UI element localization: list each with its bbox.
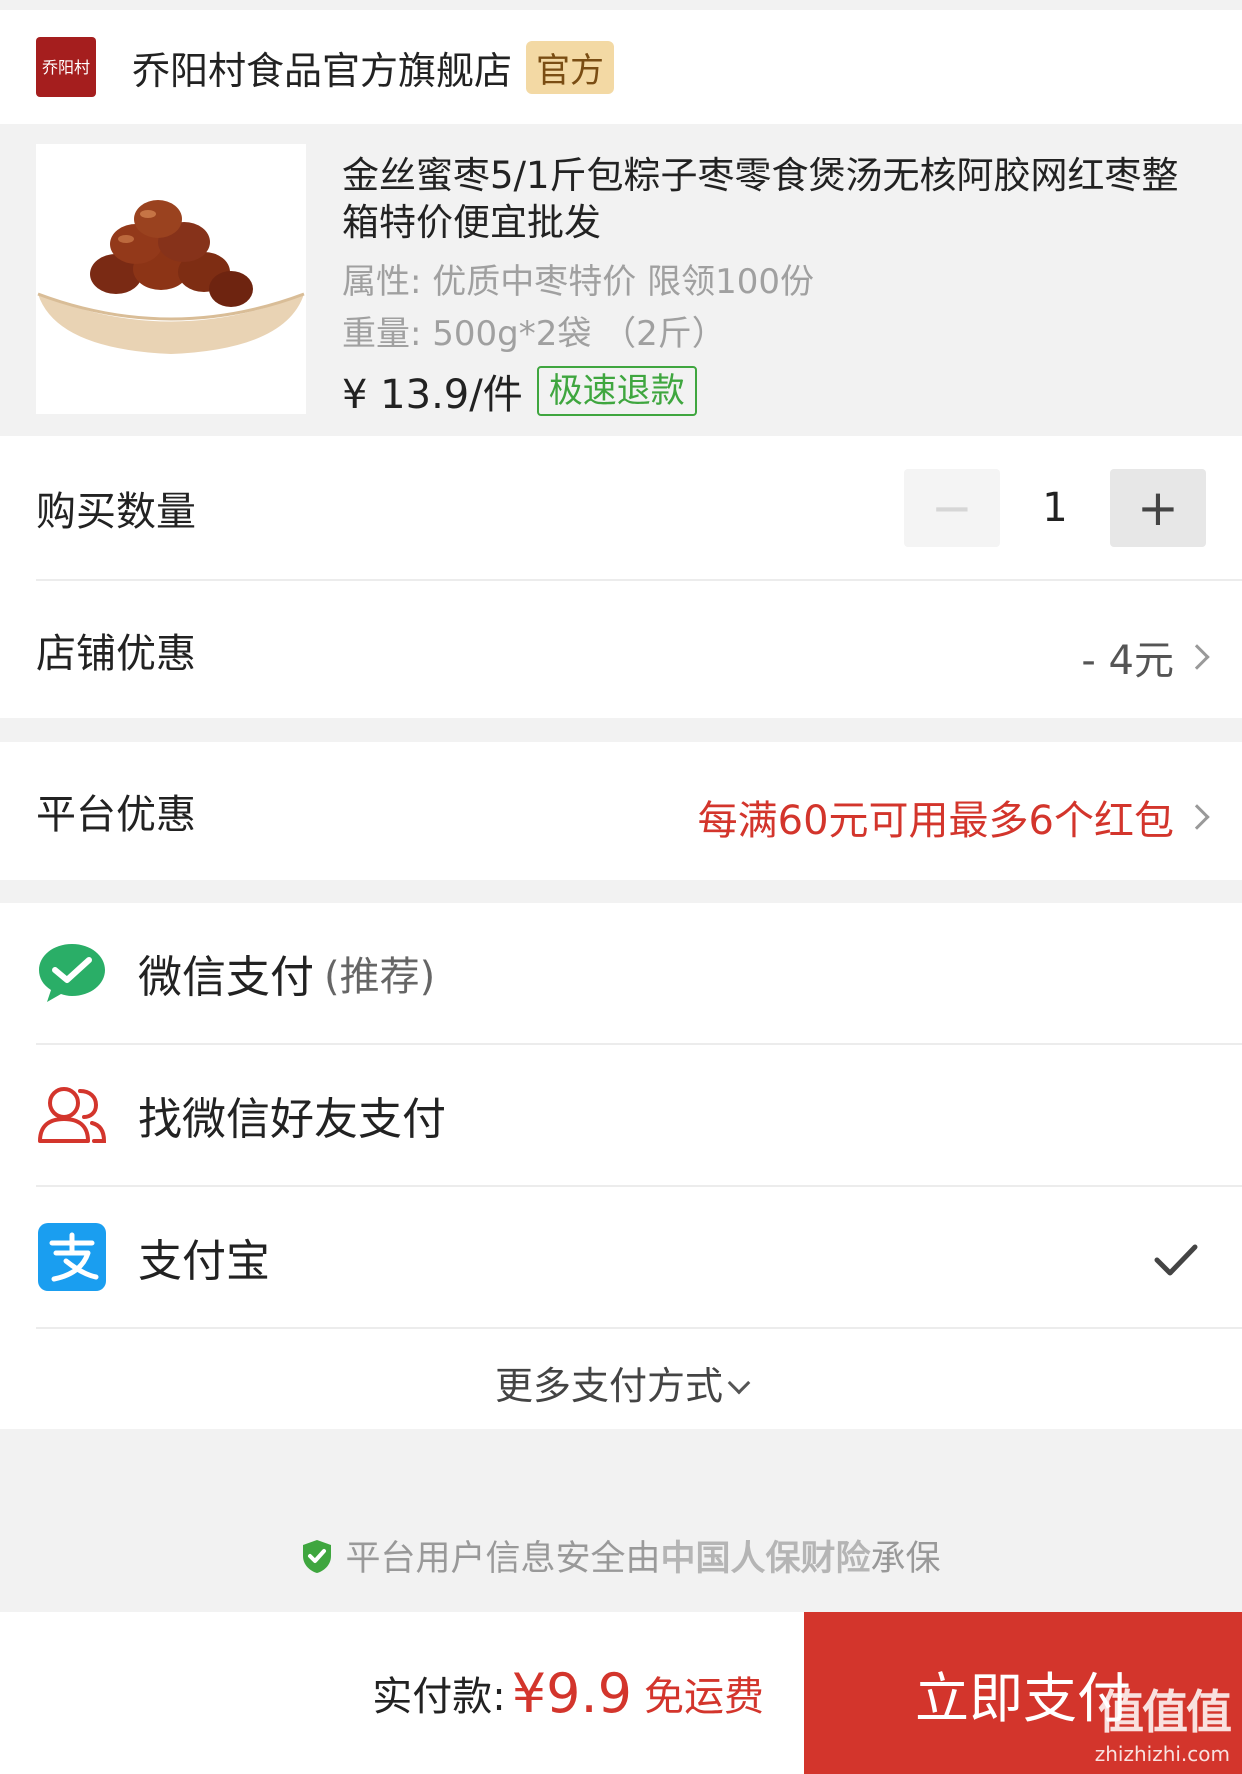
- platform-discount-label: 平台优惠: [36, 792, 196, 838]
- platform-discount-section[interactable]: 平台优惠 每满60元可用最多6个红包: [0, 742, 1242, 880]
- quantity-label: 购买数量: [36, 489, 196, 535]
- store-discount-row[interactable]: 店铺优惠: [36, 581, 1242, 718]
- wechat-pay-label: 微信支付: [138, 952, 314, 1003]
- quantity-stepper: − 1 +: [904, 469, 1206, 547]
- friends-icon: [36, 1079, 108, 1151]
- product-price: ¥ 13.9/件: [342, 372, 523, 418]
- store-name[interactable]: 乔阳村食品官方旗舰店: [132, 40, 512, 95]
- store-logo: 乔阳村: [36, 37, 96, 97]
- security-prefix: 平台用户信息安全由: [345, 1539, 661, 1579]
- order-options: 购买数量 − 1 + 店铺优惠 - 4元: [0, 436, 1242, 718]
- free-shipping-label: 免运费: [644, 1674, 764, 1720]
- wechat-pay-recommended: (推荐): [324, 954, 436, 1000]
- decrease-button[interactable]: −: [904, 469, 1000, 547]
- watermark-logo: 值值值: [1098, 1685, 1232, 1739]
- store-discount-value-wrap[interactable]: - 4元: [1081, 628, 1210, 686]
- payment-option-alipay[interactable]: 支付宝: [36, 1187, 1242, 1327]
- product-attribute: 属性: 优质中枣特价 限领100份: [342, 262, 814, 302]
- divider: [36, 1327, 1242, 1329]
- pay-now-button[interactable]: 立即支付 值值值 zhizhizhi.com: [804, 1612, 1242, 1774]
- security-notice: 平台用户信息安全由 中国人保财险 承保: [0, 1530, 1242, 1581]
- alipay-label: 支付宝: [138, 1236, 270, 1287]
- total-label: 实付款:: [372, 1674, 506, 1720]
- watermark: 值值值 zhizhizhi.com: [1094, 1676, 1232, 1766]
- payment-option-wechat[interactable]: 微信支付 (推荐): [36, 903, 1242, 1043]
- wechat-pay-icon: [36, 937, 108, 1009]
- store-header[interactable]: 乔阳村 乔阳村食品官方旗舰店 官方: [0, 10, 1242, 124]
- store-discount-label: 店铺优惠: [36, 630, 196, 677]
- shield-check-icon: [301, 1538, 333, 1574]
- payment-total: 实付款: ¥9.9 免运费: [0, 1612, 804, 1774]
- friend-pay-label: 找微信好友支付: [138, 1094, 446, 1145]
- watermark-url: zhizhizhi.com: [1094, 1742, 1230, 1766]
- platform-discount-value-wrap[interactable]: 每满60元可用最多6个红包: [697, 788, 1210, 846]
- product-image: [36, 144, 306, 414]
- chevron-right-icon: [1184, 804, 1210, 830]
- checkmark-icon: [1154, 1243, 1198, 1281]
- platform-discount-value: 每满60元可用最多6个红包: [697, 798, 1174, 844]
- chevron-right-icon: [1184, 644, 1210, 670]
- payment-option-friend[interactable]: 找微信好友支付: [36, 1045, 1242, 1185]
- payment-methods: 微信支付 (推荐) 找微信好友支付 支付宝 更多支付方式: [0, 903, 1242, 1429]
- refund-badge: 极速退款: [536, 366, 697, 416]
- store-discount-value: - 4元: [1081, 638, 1174, 684]
- official-badge: 官方: [526, 40, 615, 94]
- checkout-footer: 实付款: ¥9.9 免运费 立即支付 值值值 zhizhizhi.com: [0, 1612, 1242, 1774]
- increase-button[interactable]: +: [1110, 469, 1206, 547]
- insurer-name: 中国人保财险: [660, 1539, 871, 1579]
- product-title[interactable]: 金丝蜜枣5/1斤包粽子枣零食煲汤无核阿胶网红枣整箱特价便宜批发: [342, 152, 1212, 246]
- product-weight: 重量: 500g*2袋 （2斤）: [342, 314, 726, 354]
- chevron-down-icon: [727, 1371, 751, 1395]
- alipay-icon: [36, 1221, 108, 1293]
- more-payment-label: 更多支付方式: [494, 1364, 723, 1408]
- more-payment-methods[interactable]: 更多支付方式: [0, 1355, 1242, 1410]
- quantity-value: 1: [1042, 485, 1068, 531]
- total-amount: ¥9.9: [511, 1661, 632, 1725]
- security-suffix: 承保: [870, 1539, 941, 1579]
- product-price-row: ¥ 13.9/件 极速退款: [342, 362, 697, 420]
- product-card: 金丝蜜枣5/1斤包粽子枣零食煲汤无核阿胶网红枣整箱特价便宜批发 属性: 优质中枣…: [0, 124, 1242, 436]
